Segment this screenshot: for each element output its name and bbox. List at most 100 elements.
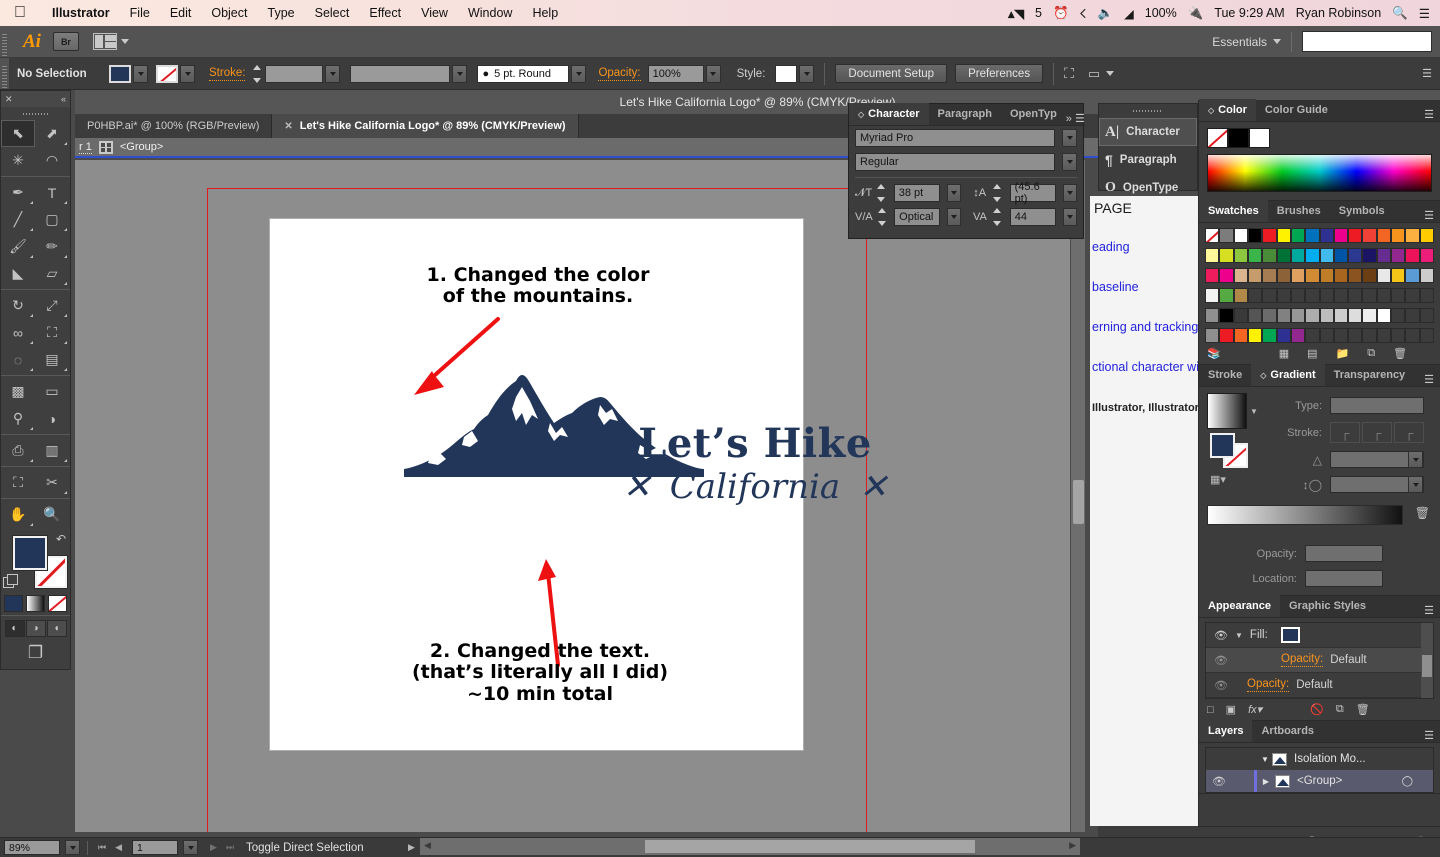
swatch-cell[interactable] <box>1420 288 1434 303</box>
target-indicator-icon[interactable]: ◯ <box>1402 776 1413 787</box>
width-tool[interactable]: ∞ <box>1 319 35 346</box>
swatch-cell[interactable] <box>1348 308 1362 323</box>
tab-stroke[interactable]: Stroke <box>1199 364 1251 386</box>
canvas-area[interactable]: 1. Changed the color of the mountains. <box>75 160 1085 832</box>
gradient-tool[interactable]: ▭ <box>35 378 69 405</box>
pencil-tool[interactable]: ✏ <box>35 233 69 260</box>
dock-item-opentype[interactable]: Ο OpenType <box>1099 174 1197 202</box>
artboard-number-dropdown[interactable] <box>183 840 198 855</box>
black-color-swatch[interactable] <box>1228 128 1249 148</box>
swatch-cell[interactable] <box>1234 328 1248 343</box>
swatch-cell[interactable] <box>1262 288 1276 303</box>
tools-panel-gripper[interactable] <box>23 109 48 118</box>
swatch-cell[interactable] <box>1205 288 1219 303</box>
artboard[interactable]: 1. Changed the color of the mountains. <box>269 218 804 751</box>
zoom-level-dropdown[interactable] <box>65 840 80 855</box>
battery-icon[interactable]: 🔌 <box>1188 6 1204 21</box>
font-family-field[interactable]: Myriad Pro <box>855 129 1055 147</box>
swatch-cell[interactable] <box>1248 308 1262 323</box>
wifi-icon[interactable]: ◢ <box>1124 6 1134 21</box>
swatch-cell[interactable] <box>1291 228 1305 243</box>
swatch-cell[interactable] <box>1234 308 1248 323</box>
tab-brushes[interactable]: Brushes <box>1268 200 1330 222</box>
swatch-cell[interactable] <box>1277 248 1291 263</box>
perspective-grid-tool[interactable]: ▤ <box>35 346 69 373</box>
dock-gripper[interactable] <box>1133 106 1163 115</box>
leading-field[interactable]: (45.6 pt) <box>1010 184 1056 202</box>
swatch-cell[interactable] <box>1205 308 1219 323</box>
close-icon[interactable]: ✕ <box>5 94 13 105</box>
swatch-cell[interactable] <box>1248 248 1262 263</box>
airplay-icon[interactable]: ▴◥ <box>1008 6 1024 21</box>
swatch-cell[interactable] <box>1320 328 1334 343</box>
swatch-cell[interactable] <box>1334 328 1348 343</box>
menu-view[interactable]: View <box>411 6 458 20</box>
swatch-cell[interactable] <box>1377 268 1391 283</box>
delete-item-icon[interactable]: 🗑 <box>1356 703 1370 716</box>
disclosure-triangle-icon[interactable]: ▼ <box>1258 755 1272 764</box>
swatch-cell[interactable] <box>1391 308 1405 323</box>
tab-layers[interactable]: Layers <box>1199 720 1252 742</box>
document-setup-button[interactable]: Document Setup <box>835 64 947 83</box>
default-fill-stroke-icon[interactable] <box>3 574 17 588</box>
stroke-gradient-along-icon[interactable]: ┌ <box>1362 422 1392 443</box>
scroll-left-icon[interactable]: ◀ <box>424 840 431 851</box>
leading-dropdown[interactable] <box>1063 184 1077 202</box>
tab-artboards[interactable]: Artboards <box>1252 720 1323 742</box>
status-text[interactable]: Toggle Direct Selection <box>246 842 364 854</box>
workspace-switcher[interactable]: Essentials <box>1212 35 1281 49</box>
scale-tool[interactable]: ⤢ <box>35 292 69 319</box>
rectangle-tool[interactable]: ▢ <box>35 206 69 233</box>
document-tab-2[interactable]: ✕ Let's Hike California Logo* @ 89% (CMY… <box>272 114 578 138</box>
swatch-cell[interactable] <box>1305 328 1319 343</box>
swatch-cell[interactable] <box>1205 268 1219 283</box>
panel-menu-icon[interactable]: ☰ <box>1424 604 1440 617</box>
swatch-cell[interactable] <box>1420 328 1434 343</box>
hand-tool[interactable]: ✋ <box>1 501 35 528</box>
white-color-swatch[interactable] <box>1249 128 1270 148</box>
swatch-cell[interactable] <box>1305 268 1319 283</box>
opacity-dropdown[interactable] <box>706 65 721 83</box>
swatch-grid[interactable] <box>1199 228 1440 343</box>
panel-menu-icon[interactable]: ☰ <box>1422 67 1432 80</box>
appearance-row-fill[interactable]: 👁 ▼ Fill: <box>1206 623 1433 648</box>
appearance-row-opacity-1[interactable]: 👁 Opacity: Default <box>1206 648 1433 673</box>
preferences-button[interactable]: Preferences <box>955 64 1043 83</box>
chevron-down-icon[interactable]: ▼ <box>1250 407 1258 416</box>
swatch-cell[interactable] <box>1391 268 1405 283</box>
show-swatch-kinds-icon[interactable]: ▦ <box>1279 347 1289 360</box>
swatch-cell[interactable] <box>1262 308 1276 323</box>
swatch-cell[interactable] <box>1420 248 1434 263</box>
scroll-right-icon[interactable]: ▶ <box>1069 840 1076 851</box>
panel-menu-icon[interactable]: » ☰ <box>1066 112 1091 125</box>
menu-help[interactable]: Help <box>522 6 568 20</box>
swatch-cell[interactable] <box>1420 308 1434 323</box>
search-input[interactable] <box>1302 31 1432 52</box>
gradient-type-field[interactable] <box>1330 397 1424 414</box>
swatch-cell[interactable] <box>1305 228 1319 243</box>
new-color-group-icon[interactable]: 📁 <box>1336 347 1350 360</box>
swatch-cell[interactable] <box>1334 248 1348 263</box>
swatch-cell[interactable] <box>1291 288 1305 303</box>
appbar-gripper[interactable] <box>0 26 9 57</box>
tab-opentype[interactable]: OpenTyp <box>1001 103 1066 125</box>
swatch-cell[interactable] <box>1234 228 1248 243</box>
swatch-cell[interactable] <box>1291 328 1305 343</box>
tab-symbols[interactable]: Symbols <box>1330 200 1394 222</box>
stroke-gradient-within-icon[interactable]: ┌ <box>1330 422 1360 443</box>
tab-character[interactable]: ◇ Character <box>849 103 929 125</box>
add-new-fill-icon[interactable]: ▣ <box>1226 703 1236 716</box>
swatch-cell[interactable] <box>1248 228 1262 243</box>
swatch-cell[interactable] <box>1234 248 1248 263</box>
status-text-expand-icon[interactable]: ▶ <box>408 842 415 853</box>
swatch-cell[interactable] <box>1377 248 1391 263</box>
help-link-kerning[interactable]: erning and tracking <box>1090 316 1200 338</box>
swatch-cell[interactable] <box>1405 328 1419 343</box>
kerning-field[interactable]: Optical <box>894 208 940 226</box>
font-family-dropdown[interactable] <box>1062 129 1077 147</box>
swatch-cell[interactable] <box>1205 328 1219 343</box>
new-swatch-icon[interactable]: ⧉ <box>1367 347 1375 360</box>
column-graph-tool[interactable]: ▥ <box>35 437 69 464</box>
artboard-number-field[interactable]: 1 <box>132 840 178 855</box>
swatch-cell[interactable] <box>1248 288 1262 303</box>
